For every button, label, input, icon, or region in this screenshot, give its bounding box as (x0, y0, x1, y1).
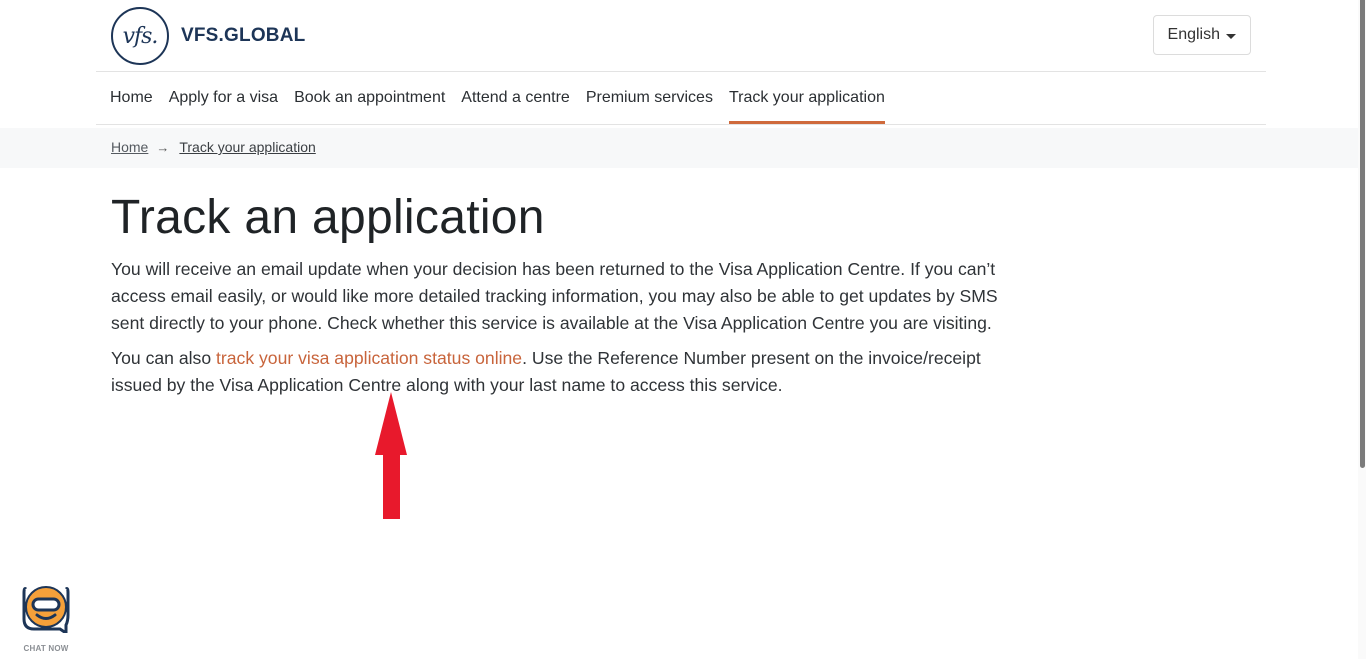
page: vfs. VFS.GLOBAL English Home Apply for a… (0, 0, 1366, 659)
vertical-scrollbar[interactable] (1358, 0, 1366, 659)
breadcrumb-bar: Home → Track your application (0, 128, 1360, 168)
nav-item-book-appointment[interactable]: Book an appointment (294, 72, 445, 124)
logo-mark: vfs. (111, 7, 169, 65)
chat-widget[interactable]: CHAT NOW (18, 585, 74, 653)
nav-item-attend-centre[interactable]: Attend a centre (461, 72, 570, 124)
nav-item-home[interactable]: Home (110, 72, 153, 124)
scrollbar-thumb[interactable] (1360, 0, 1365, 468)
nav-item-apply-for-visa[interactable]: Apply for a visa (169, 72, 278, 124)
arrow-right-icon: → (156, 139, 170, 155)
annotation-arrow-icon (375, 392, 407, 519)
tracking-text-before: You can also (111, 348, 216, 368)
language-label: English (1167, 26, 1220, 43)
logo-text: VFS.GLOBAL (181, 25, 306, 46)
site-header: vfs. VFS.GLOBAL English (96, 0, 1266, 72)
nav-item-premium-services[interactable]: Premium services (586, 72, 713, 124)
breadcrumb-track-application[interactable]: Track your application (179, 139, 315, 155)
caret-down-icon (1226, 33, 1236, 39)
breadcrumb: Home → Track your application (111, 139, 316, 155)
breadcrumb-home[interactable]: Home (111, 139, 148, 155)
main-nav: Home Apply for a visa Book an appointmen… (96, 72, 1266, 125)
page-title: Track an application (111, 191, 545, 244)
language-dropdown[interactable]: English (1152, 15, 1251, 55)
vfs-logo[interactable]: vfs. VFS.GLOBAL (111, 7, 305, 65)
tracking-paragraph: You can also track your visa application… (111, 345, 1021, 399)
track-online-link[interactable]: track your visa application status onlin… (216, 348, 522, 368)
main-content: Track an application You will receive an… (111, 190, 1021, 407)
nav-item-track-application[interactable]: Track your application (728, 72, 885, 124)
chatbot-icon (22, 586, 70, 636)
chat-now-label: CHAT NOW (23, 644, 69, 653)
intro-paragraph: You will receive an email update when yo… (111, 259, 998, 333)
